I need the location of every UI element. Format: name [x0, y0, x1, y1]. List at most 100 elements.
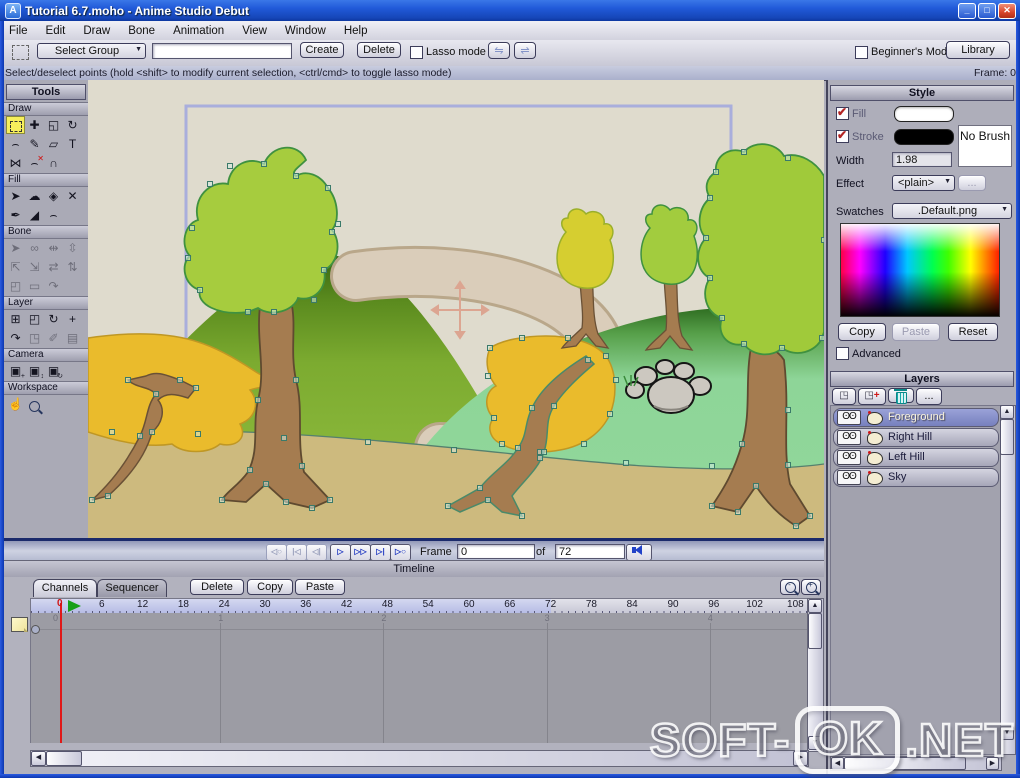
- menu-edit[interactable]: Edit: [37, 23, 75, 39]
- zoom-workspace-tool[interactable]: [25, 395, 44, 413]
- bone-dynamics-tool[interactable]: ⇅: [63, 258, 82, 276]
- shear-layer-tool[interactable]: ◳: [25, 329, 44, 347]
- vector-point-handle[interactable]: [186, 256, 191, 261]
- timeline-copy-button[interactable]: Copy: [247, 579, 293, 595]
- vector-point-handle[interactable]: [740, 442, 745, 447]
- vector-point-handle[interactable]: [566, 336, 571, 341]
- translate-bone-tool[interactable]: ∞: [25, 239, 44, 257]
- layer-row-foreground[interactable]: ʘʘForeground: [833, 408, 999, 427]
- freehand-tool[interactable]: ✎: [25, 135, 44, 153]
- vector-point-handle[interactable]: [500, 442, 505, 447]
- layer-visibility-icon[interactable]: ʘʘ: [837, 410, 861, 425]
- rewind-start-button[interactable]: ◁○: [266, 544, 287, 561]
- timeline-zoom-out-button[interactable]: -: [780, 579, 800, 595]
- vector-point-handle[interactable]: [228, 164, 233, 169]
- create-shape-tool[interactable]: ☁: [25, 187, 44, 205]
- vector-point-handle[interactable]: [582, 442, 587, 447]
- layers-scroll-thumb[interactable]: [1000, 419, 1014, 455]
- current-frame-input[interactable]: [457, 544, 535, 559]
- vector-point-handle[interactable]: [520, 336, 525, 341]
- vector-point-handle[interactable]: [786, 463, 791, 468]
- vector-point-handle[interactable]: [294, 174, 299, 179]
- vector-point-handle[interactable]: [284, 500, 289, 505]
- vector-point-handle[interactable]: [248, 468, 253, 473]
- vector-point-handle[interactable]: [294, 378, 299, 383]
- vector-point-handle[interactable]: [516, 446, 521, 451]
- flip-vertical-icon[interactable]: ⇌: [514, 42, 536, 59]
- vector-point-handle[interactable]: [126, 378, 131, 383]
- offset-bone-tool[interactable]: ◰: [6, 277, 25, 295]
- color-picker[interactable]: [840, 223, 1000, 317]
- roll-camera-tool[interactable]: ▣↻: [44, 362, 63, 380]
- keyframe-dot[interactable]: [31, 625, 40, 634]
- translate-layer-tool[interactable]: ⊞: [6, 310, 25, 328]
- vector-point-handle[interactable]: [742, 150, 747, 155]
- layer-visibility-icon[interactable]: ʘʘ: [837, 450, 861, 465]
- draw-shape-tool[interactable]: ▱: [44, 135, 63, 153]
- vector-point-handle[interactable]: [300, 464, 305, 469]
- tab-sequencer[interactable]: Sequencer: [97, 579, 167, 597]
- vector-point-handle[interactable]: [322, 268, 327, 273]
- vector-point-handle[interactable]: [282, 436, 287, 441]
- stroke-color-swatch[interactable]: [894, 129, 954, 145]
- vector-point-handle[interactable]: [714, 170, 719, 175]
- vector-point-handle[interactable]: [272, 310, 277, 315]
- selection-name-input[interactable]: [152, 43, 292, 59]
- playhead-triangle[interactable]: [68, 600, 81, 612]
- vector-point-handle[interactable]: [608, 412, 613, 417]
- line-width-tool[interactable]: ◢: [25, 206, 44, 224]
- vector-point-handle[interactable]: [492, 416, 497, 421]
- menu-draw[interactable]: Draw: [74, 23, 119, 39]
- rotate-points-tool[interactable]: ↻: [63, 116, 82, 134]
- play-button[interactable]: ▷: [330, 544, 351, 561]
- scale-layer-tool[interactable]: ◰: [25, 310, 44, 328]
- vector-point-handle[interactable]: [486, 498, 491, 503]
- vector-point-handle[interactable]: [208, 182, 213, 187]
- vector-point-handle[interactable]: [366, 440, 371, 445]
- vector-point-handle[interactable]: [150, 430, 155, 435]
- menu-bone[interactable]: Bone: [119, 23, 164, 39]
- menu-view[interactable]: View: [233, 23, 276, 39]
- delete-button[interactable]: Delete: [357, 42, 401, 58]
- vector-point-handle[interactable]: [312, 298, 317, 303]
- jump-end-button[interactable]: ▷○: [390, 544, 411, 561]
- vector-point-handle[interactable]: [246, 310, 251, 315]
- vector-point-handle[interactable]: [220, 498, 225, 503]
- scale-bone-tool[interactable]: ⇹: [44, 239, 63, 257]
- vector-point-handle[interactable]: [704, 236, 709, 241]
- eyedropper-tool[interactable]: ✒: [6, 206, 25, 224]
- new-layer-add-button[interactable]: ◳+: [858, 388, 886, 405]
- end-frame-input[interactable]: [555, 544, 625, 559]
- layer-visibility-icon[interactable]: ʘʘ: [837, 430, 861, 445]
- stroke-checkbox[interactable]: [836, 130, 849, 143]
- menu-window[interactable]: Window: [276, 23, 335, 39]
- vector-point-handle[interactable]: [710, 464, 715, 469]
- effect-options-button[interactable]: ...: [958, 175, 986, 191]
- vector-point-handle[interactable]: [330, 230, 335, 235]
- vector-point-handle[interactable]: [328, 498, 333, 503]
- vector-point-handle[interactable]: [486, 374, 491, 379]
- layer-row-sky[interactable]: ʘʘSky: [833, 468, 999, 487]
- vector-point-handle[interactable]: [310, 506, 315, 511]
- translate-points-tool[interactable]: ✚: [25, 116, 44, 134]
- audio-button[interactable]: [626, 544, 652, 561]
- vector-point-handle[interactable]: [710, 504, 715, 509]
- vector-point-handle[interactable]: [794, 524, 799, 529]
- paint-bucket-tool[interactable]: ◈: [44, 187, 63, 205]
- layer-visibility-icon[interactable]: ʘʘ: [837, 470, 861, 485]
- style-copy-button[interactable]: Copy: [838, 323, 886, 341]
- vector-point-handle[interactable]: [264, 482, 269, 487]
- insert-text-tool[interactable]: T: [63, 135, 82, 153]
- vector-point-handle[interactable]: [820, 336, 825, 341]
- style-reset-button[interactable]: Reset: [948, 323, 998, 341]
- curvature-tool[interactable]: ⋈: [6, 154, 25, 172]
- rotate-bone-tool[interactable]: ⇳: [63, 239, 82, 257]
- beginners-mode-checkbox[interactable]: [855, 46, 868, 59]
- manipulate-bones-tool[interactable]: ▭: [25, 277, 44, 295]
- vector-point-handle[interactable]: [196, 432, 201, 437]
- delete-layer-button[interactable]: [888, 388, 914, 403]
- track-camera-tool[interactable]: ▣+: [6, 362, 25, 380]
- vector-point-handle[interactable]: [604, 354, 609, 359]
- minimize-button[interactable]: _: [958, 3, 976, 19]
- vector-point-handle[interactable]: [754, 484, 759, 489]
